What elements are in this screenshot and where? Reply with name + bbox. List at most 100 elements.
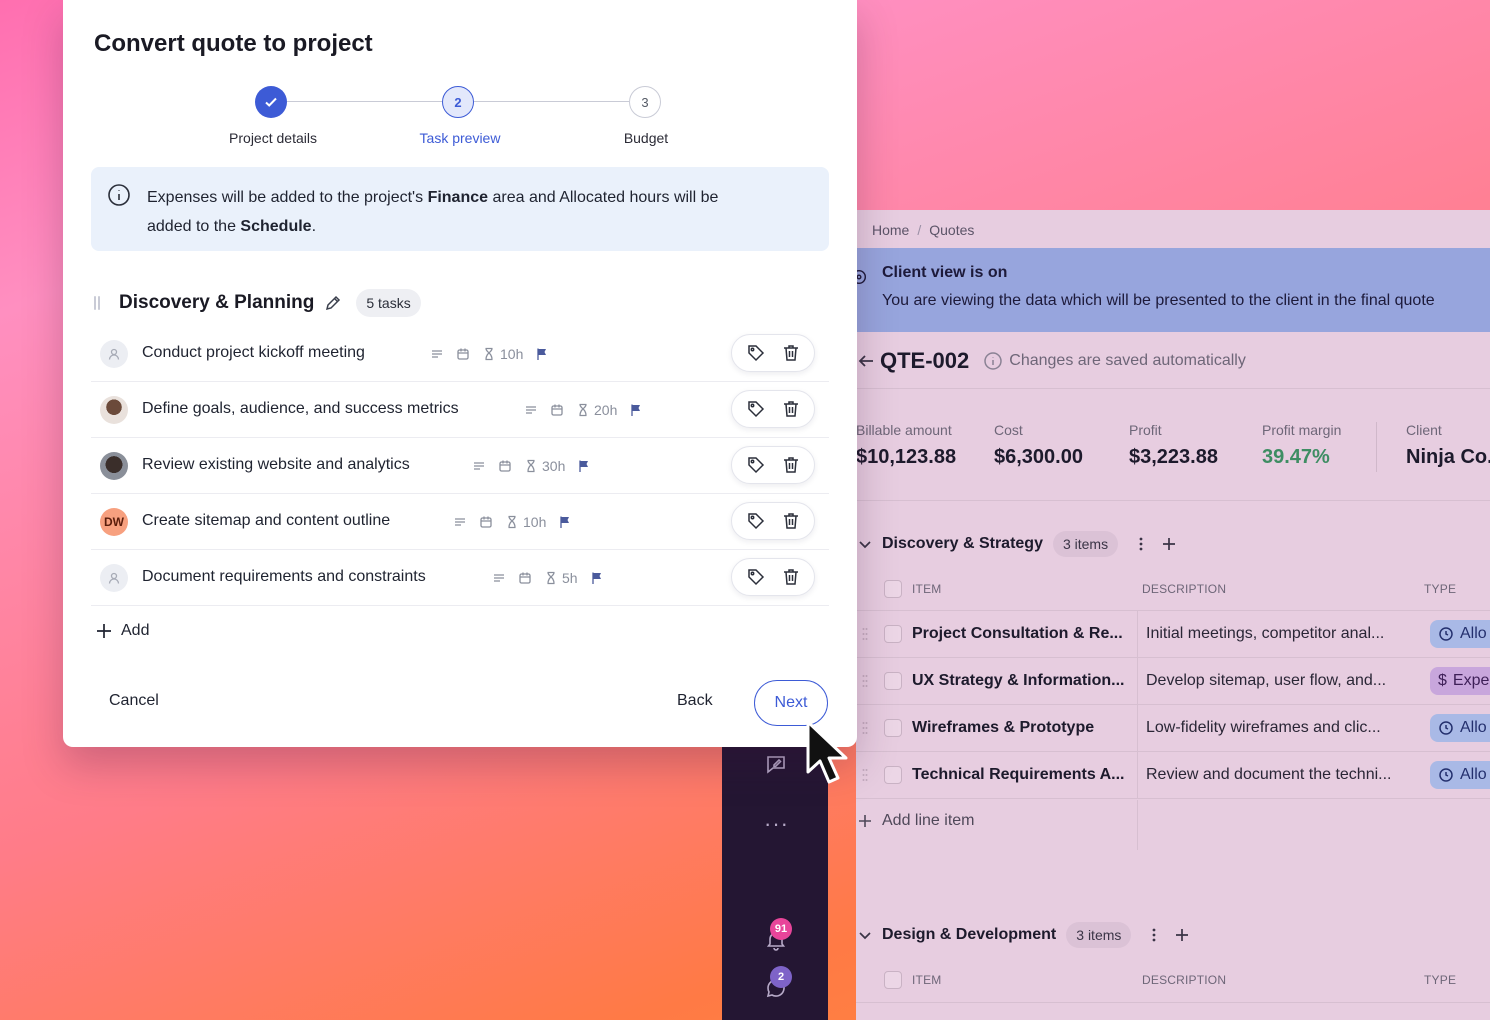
table-row[interactable]: Project Consultation & Re... Initial mee… [856, 611, 1490, 658]
item-count-badge: 3 items [1066, 922, 1132, 948]
description-icon[interactable] [472, 459, 486, 473]
column-divider [1137, 800, 1138, 850]
trash-icon[interactable] [781, 567, 801, 587]
kebab-menu-icon[interactable] [1132, 535, 1150, 553]
estimate[interactable]: 20h [576, 402, 617, 418]
drag-handle-icon[interactable] [862, 768, 868, 782]
row-checkbox[interactable] [884, 766, 902, 784]
drag-handle-icon[interactable] [862, 674, 868, 688]
tag-icon[interactable] [746, 511, 766, 531]
type-chip[interactable]: Allo [1430, 714, 1490, 742]
metric-value: Ninja Co. [1406, 446, 1490, 468]
assignee-initials-avatar[interactable]: DW [100, 508, 128, 536]
breadcrumb-quotes[interactable]: Quotes [929, 222, 974, 238]
convert-quote-modal: Convert quote to project 2 3 Project det… [63, 0, 857, 747]
metric-label: Billable amount [856, 422, 952, 438]
pencil-icon[interactable] [324, 294, 342, 312]
estimate[interactable]: 30h [524, 458, 565, 474]
table-row[interactable]: Technical Requirements A... Review and d… [856, 752, 1490, 799]
drag-handle-icon[interactable] [862, 721, 868, 735]
tag-icon[interactable] [746, 399, 766, 419]
task-row[interactable]: DW Create sitemap and content outline 10… [91, 494, 829, 550]
task-name[interactable]: Define goals, audience, and success metr… [142, 400, 459, 418]
row-item: Wireframes & Prototype [912, 719, 1095, 736]
type-chip[interactable]: Allo [1430, 620, 1490, 648]
row-checkbox[interactable] [884, 625, 902, 643]
tag-icon[interactable] [746, 455, 766, 475]
trash-icon[interactable] [781, 399, 801, 419]
task-row[interactable]: Define goals, audience, and success metr… [91, 382, 829, 438]
calendar-icon[interactable] [550, 403, 564, 417]
column-divider [1137, 611, 1138, 658]
autosave-text: Changes are saved automatically [1009, 352, 1246, 369]
calendar-icon[interactable] [498, 459, 512, 473]
flag-icon[interactable] [590, 571, 604, 585]
trash-icon[interactable] [781, 343, 801, 363]
section-design-development: Design & Development 3 items [856, 921, 1191, 949]
table-row[interactable]: Wireframes & Prototype Low-fidelity wire… [856, 705, 1490, 752]
task-name[interactable]: Conduct project kickoff meeting [142, 344, 365, 362]
metric-value: $10,123.88 [856, 446, 957, 468]
plus-icon[interactable] [1160, 535, 1178, 553]
feedback-icon[interactable] [764, 752, 788, 776]
flag-icon[interactable] [629, 403, 643, 417]
dollar-icon: $ [1438, 672, 1447, 689]
description-icon[interactable] [453, 515, 467, 529]
type-chip[interactable]: $ Expe [1430, 667, 1490, 695]
estimate[interactable]: 5h [544, 570, 578, 586]
row-checkbox[interactable] [884, 719, 902, 737]
task-row[interactable]: Document requirements and constraints 5h [91, 550, 829, 606]
plus-icon[interactable] [1173, 926, 1191, 944]
trash-icon[interactable] [781, 511, 801, 531]
step-3-circle[interactable]: 3 [629, 86, 661, 118]
back-button[interactable]: Back [677, 692, 713, 710]
add-task-button[interactable]: Add [95, 622, 149, 640]
cancel-button[interactable]: Cancel [109, 692, 159, 710]
step-2-circle[interactable]: 2 [442, 86, 474, 118]
select-all-checkbox[interactable] [884, 971, 902, 989]
row-checkbox[interactable] [884, 672, 902, 690]
estimate[interactable]: 10h [505, 514, 546, 530]
step-1-circle[interactable] [255, 86, 287, 118]
assignee-avatar[interactable] [100, 396, 128, 424]
kebab-menu-icon[interactable] [1145, 926, 1163, 944]
chevron-down-icon[interactable] [856, 535, 874, 553]
calendar-icon[interactable] [479, 515, 493, 529]
add-line-item-button[interactable]: Add line item [856, 812, 975, 830]
trash-icon[interactable] [781, 455, 801, 475]
chevron-down-icon[interactable] [856, 926, 874, 944]
info-finance: Finance [427, 189, 489, 206]
description-icon[interactable] [492, 571, 506, 585]
task-row[interactable]: Conduct project kickoff meeting 10h [91, 326, 829, 382]
back-arrow-icon[interactable] [856, 349, 878, 373]
drag-handle-icon[interactable] [93, 295, 101, 311]
calendar-icon[interactable] [518, 571, 532, 585]
table-row[interactable]: UX Strategy & Information... Develop sit… [856, 658, 1490, 705]
divider [856, 500, 1490, 501]
flag-icon[interactable] [558, 515, 572, 529]
task-name[interactable]: Create sitemap and content outline [142, 512, 390, 530]
flag-icon[interactable] [577, 459, 591, 473]
assignee-avatar[interactable] [100, 452, 128, 480]
table-header: ITEM DESCRIPTION TYPE [856, 580, 1490, 600]
add-task-label: Add [121, 622, 150, 639]
task-name[interactable]: Review existing website and analytics [142, 456, 410, 474]
flag-icon[interactable] [535, 347, 549, 361]
calendar-icon[interactable] [456, 347, 470, 361]
assignee-placeholder-avatar[interactable] [100, 340, 128, 368]
drag-handle-icon[interactable] [862, 627, 868, 641]
task-row[interactable]: Review existing website and analytics 30… [91, 438, 829, 494]
estimate-hours: 30h [542, 458, 566, 474]
description-icon[interactable] [524, 403, 538, 417]
more-icon[interactable]: ··· [764, 813, 789, 835]
select-all-checkbox[interactable] [884, 580, 902, 598]
estimate[interactable]: 10h [482, 346, 523, 362]
tag-icon[interactable] [746, 343, 766, 363]
task-name[interactable]: Document requirements and constraints [142, 568, 426, 586]
description-icon[interactable] [430, 347, 444, 361]
tag-icon[interactable] [746, 567, 766, 587]
row-description: Low-fidelity wireframes and clic... [1146, 719, 1381, 736]
type-chip[interactable]: Allo [1430, 761, 1490, 789]
breadcrumb-home[interactable]: Home [872, 222, 909, 238]
assignee-placeholder-avatar[interactable] [100, 564, 128, 592]
